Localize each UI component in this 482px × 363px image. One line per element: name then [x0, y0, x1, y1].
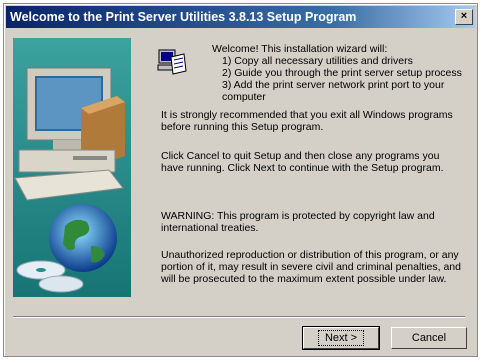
cancel-button-label: Cancel [411, 332, 447, 344]
close-button[interactable]: × [455, 9, 473, 25]
divider [13, 316, 465, 318]
unauthorized-text: Unauthorized reproduction or distributio… [161, 249, 461, 285]
close-icon: × [460, 10, 468, 22]
welcome-item: 1) Copy all necessary utilities and driv… [222, 55, 413, 67]
next-button-label: Next > [317, 330, 365, 346]
welcome-item: 3) Add the print server network print po… [222, 79, 445, 91]
welcome-heading: Welcome! This installation wizard will: [212, 43, 388, 55]
setup-computer-icon [156, 47, 188, 79]
welcome-item: computer [222, 91, 266, 103]
title-bar[interactable]: Welcome to the Print Server Utilities 3.… [6, 6, 475, 28]
warning-text: WARNING: This program is protected by co… [161, 210, 435, 234]
welcome-item: 2) Guide you through the print server se… [222, 67, 462, 79]
window-title: Welcome to the Print Server Utilities 3.… [10, 10, 357, 24]
cancel-next-text: Click Cancel to quit Setup and then clos… [161, 150, 444, 174]
welcome-text: Welcome! This installation wizard will: … [212, 43, 467, 103]
computer-illustration [13, 38, 131, 297]
exit-programs-text: It is strongly recommended that you exit… [161, 109, 453, 133]
next-button[interactable]: Next > [302, 326, 380, 350]
cancel-button[interactable]: Cancel [391, 327, 467, 349]
